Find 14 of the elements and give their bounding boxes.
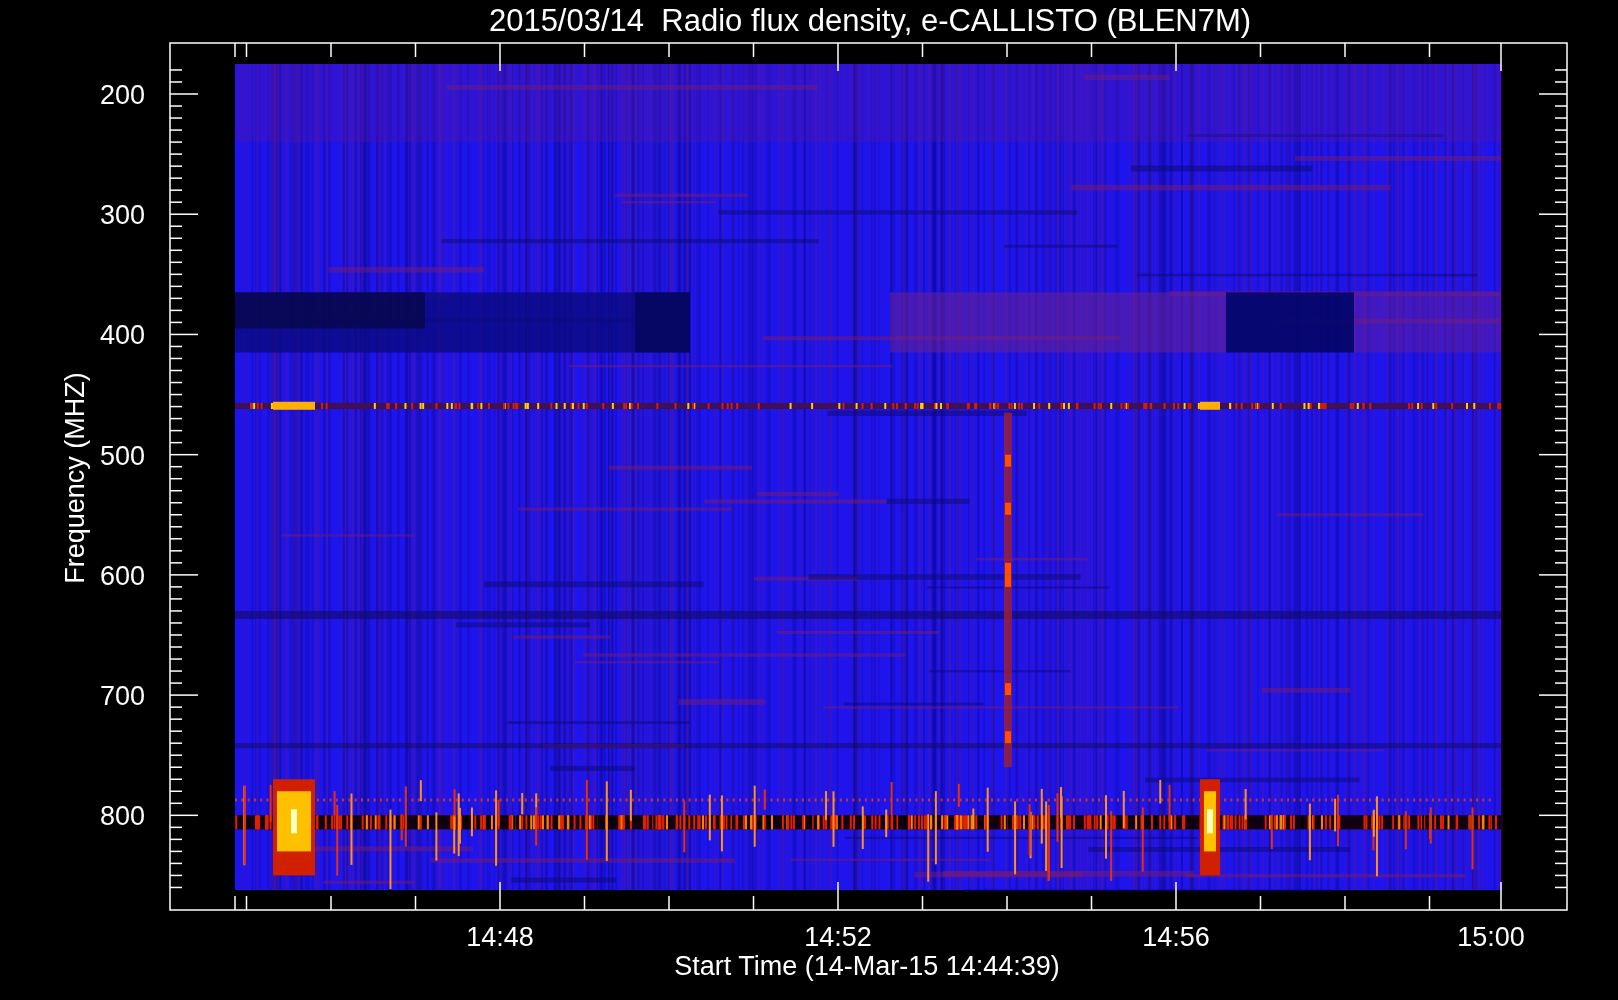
tick-label: 15:00 <box>1457 922 1525 952</box>
chart-title: 2015/03/14 Radio flux density, e-CALLISTO (BLEN7M) <box>488 3 1252 38</box>
tick-label: 14:52 <box>804 922 872 952</box>
axis-label: Frequency (MHZ) <box>60 372 90 584</box>
tick-label: 300 <box>99 200 145 231</box>
tick-label: 200 <box>99 80 145 110</box>
tick-label: 800 <box>99 801 145 832</box>
tick-label: 600 <box>99 560 145 591</box>
tick-label: 14:48 <box>466 922 534 952</box>
tick-label: 14:56 <box>1142 922 1210 952</box>
tick-label: 700 <box>99 681 145 712</box>
axis-label: Start Time (14-Mar-15 14:44:39) <box>674 951 1060 981</box>
tick-label: 400 <box>99 320 145 351</box>
tick-label: 500 <box>99 440 145 471</box>
